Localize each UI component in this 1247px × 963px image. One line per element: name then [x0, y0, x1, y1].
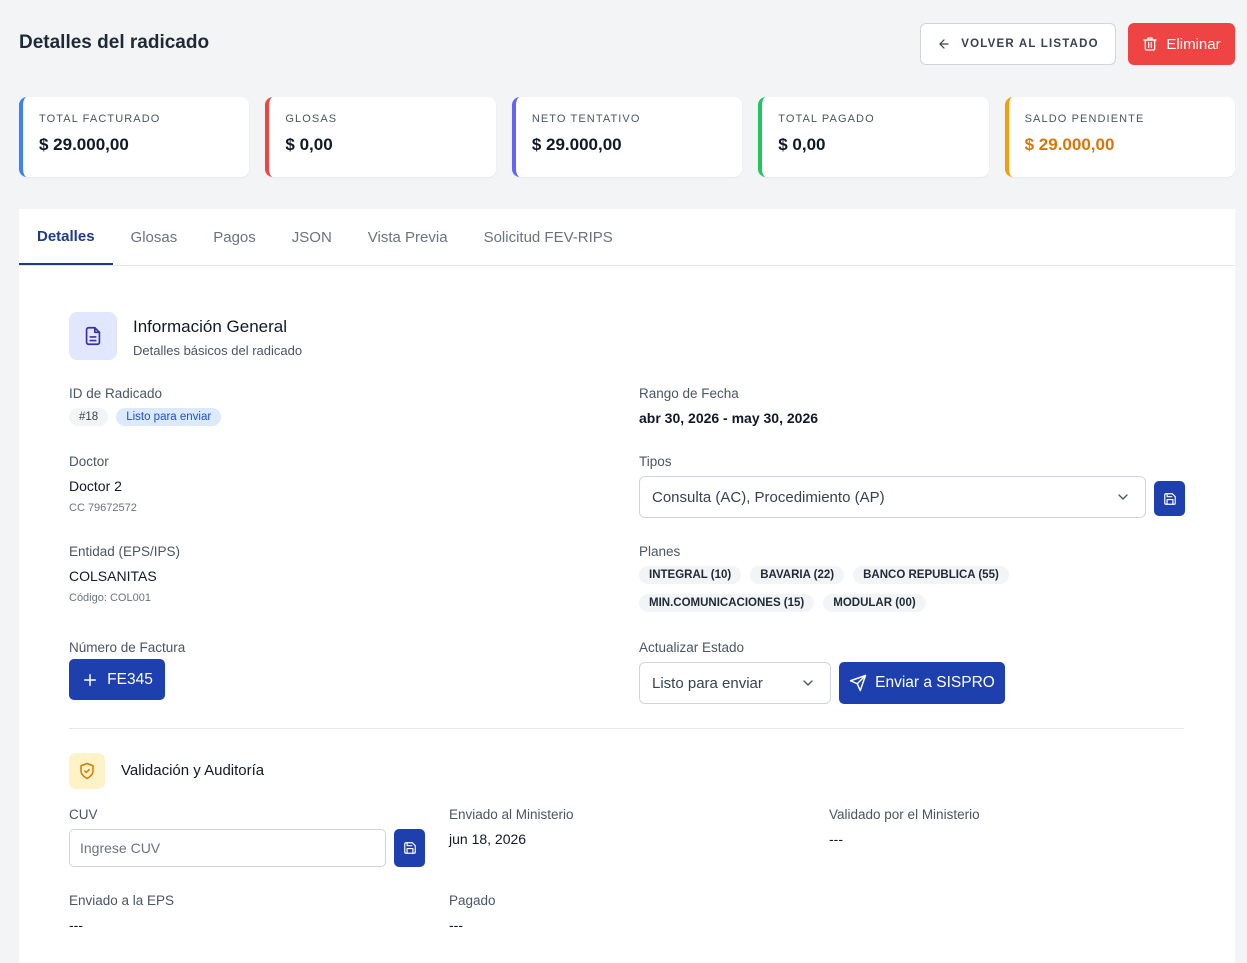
- section-title-general: Información General: [133, 317, 288, 336]
- tab-bar: Detalles Glosas Pagos JSON Vista Previa …: [19, 209, 1235, 266]
- tipos-select-value: Consulta (AC), Procedimiento (AP): [652, 488, 885, 506]
- arrow-left-icon: [939, 39, 949, 49]
- stat-label: TOTAL PAGADO: [778, 113, 875, 125]
- plan-chip: BAVARIA (22): [750, 566, 845, 584]
- details-card: Detalles Glosas Pagos JSON Vista Previa …: [19, 209, 1235, 963]
- section-subtitle-general: Detalles básicos del radicado: [133, 343, 303, 358]
- sent-ministry-value: jun 18, 2026: [449, 831, 527, 847]
- tab-json[interactable]: JSON: [274, 209, 350, 265]
- save-cuv-button[interactable]: [394, 829, 425, 867]
- planes-row-2: MIN.COMUNICACIONES (15) MODULAR (00): [639, 594, 926, 612]
- status-badge: Listo para enviar: [116, 408, 222, 426]
- planes-label: Planes: [639, 544, 681, 559]
- stat-label: NETO TENTATIVO: [531, 113, 641, 125]
- stat-label: GLOSAS: [285, 113, 338, 125]
- send-to-sispro-button[interactable]: Enviar a SISPRO: [839, 662, 1005, 704]
- entity-name: COLSANITAS: [69, 568, 157, 584]
- section-title-validation: Validación y Auditoría: [121, 762, 265, 779]
- validated-ministry-value: ---: [829, 831, 843, 847]
- doctor-label: Doctor: [69, 454, 109, 469]
- cuv-label: CUV: [69, 807, 98, 822]
- tab-detalles[interactable]: Detalles: [19, 209, 113, 265]
- stat-glosas: GLOSAS $ 0,00: [265, 97, 496, 177]
- stat-saldo-pendiente: SALDO PENDIENTE $ 29.000,00: [1004, 97, 1236, 177]
- tab-vista-previa[interactable]: Vista Previa: [350, 209, 466, 265]
- back-to-list-button[interactable]: VOLVER AL LISTADO: [920, 23, 1116, 65]
- invoice-number-value: FE345: [107, 670, 153, 688]
- tab-glosas[interactable]: Glosas: [113, 209, 196, 265]
- invoice-label: Número de Factura: [69, 640, 186, 655]
- paid-label: Pagado: [449, 893, 496, 908]
- plan-chip: BANCO REPUBLICA (55): [853, 566, 1009, 584]
- summary-stats: TOTAL FACTURADO $ 29.000,00 GLOSAS $ 0,0…: [19, 97, 1236, 177]
- stat-neto-tentativo: NETO TENTATIVO $ 29.000,00: [511, 97, 743, 177]
- radicado-id-label: ID de Radicado: [69, 386, 163, 401]
- chevron-down-icon: [1118, 494, 1128, 500]
- delete-button[interactable]: Eliminar: [1128, 23, 1235, 65]
- back-to-list-label: VOLVER AL LISTADO: [961, 38, 1099, 50]
- stat-total-pagado: TOTAL PAGADO $ 0,00: [758, 97, 989, 177]
- sent-eps-label: Enviado a la EPS: [69, 893, 175, 908]
- stat-value: $ 29.000,00: [1024, 135, 1115, 154]
- send-to-sispro-label: Enviar a SISPRO: [875, 674, 995, 691]
- stat-label: SALDO PENDIENTE: [1024, 113, 1145, 125]
- stat-label: TOTAL FACTURADO: [39, 113, 161, 125]
- plan-chip: INTEGRAL (10): [639, 566, 742, 584]
- entity-label: Entidad (EPS/IPS): [69, 544, 181, 559]
- validated-ministry-label: Validado por el Ministerio: [829, 807, 980, 822]
- tab-pagos[interactable]: Pagos: [195, 209, 274, 265]
- chevron-down-icon: [803, 680, 813, 686]
- document-icon: [85, 326, 101, 346]
- page-title: Detalles del radicado: [19, 32, 210, 53]
- update-status-label: Actualizar Estado: [639, 640, 745, 655]
- delete-label: Eliminar: [1166, 35, 1221, 53]
- stat-value: $ 0,00: [285, 135, 333, 154]
- planes-row-1: INTEGRAL (10) BAVARIA (22) BANCO REPUBLI…: [639, 566, 1009, 584]
- trash-icon: [1143, 37, 1158, 51]
- radicado-id-chip: #18: [69, 408, 109, 426]
- stat-value: $ 0,00: [778, 135, 826, 154]
- document-icon-box: [69, 312, 117, 360]
- invoice-number-button[interactable]: FE345: [69, 659, 165, 700]
- stat-value: $ 29.000,00: [531, 135, 622, 154]
- paid-value: ---: [449, 917, 463, 933]
- sent-eps-value: ---: [69, 917, 83, 933]
- plan-chip: MIN.COMUNICACIONES (15): [639, 594, 815, 612]
- save-icon: [1163, 492, 1176, 505]
- sent-ministry-label: Enviado al Ministerio: [449, 807, 574, 822]
- tipos-select[interactable]: Consulta (AC), Procedimiento (AP): [639, 476, 1146, 518]
- doctor-document: CC 79672572: [69, 502, 137, 514]
- section-divider: [69, 728, 1184, 729]
- date-range-label: Rango de Fecha: [639, 386, 739, 401]
- send-icon: [849, 674, 867, 692]
- save-icon: [403, 842, 416, 854]
- date-range-value: abr 30, 2026 - may 30, 2026: [639, 410, 819, 426]
- status-select-value: Listo para enviar: [652, 674, 763, 692]
- entity-code: Código: COL001: [69, 592, 151, 604]
- doctor-name: Doctor 2: [69, 478, 122, 494]
- stat-value: $ 29.000,00: [39, 135, 129, 154]
- shield-icon-box: [69, 753, 105, 789]
- shield-check-icon: [80, 762, 94, 780]
- tipos-label: Tipos: [639, 454, 672, 469]
- plus-icon: [84, 673, 97, 686]
- cuv-input[interactable]: [69, 829, 386, 867]
- save-tipos-button[interactable]: [1154, 481, 1185, 516]
- radicado-id-row: #18 Listo para enviar: [69, 408, 222, 426]
- plan-chip: MODULAR (00): [823, 594, 926, 612]
- stat-total-facturado: TOTAL FACTURADO $ 29.000,00: [19, 97, 250, 177]
- status-select[interactable]: Listo para enviar: [639, 662, 831, 704]
- tab-solicitud-fev-rips[interactable]: Solicitud FEV-RIPS: [466, 209, 631, 265]
